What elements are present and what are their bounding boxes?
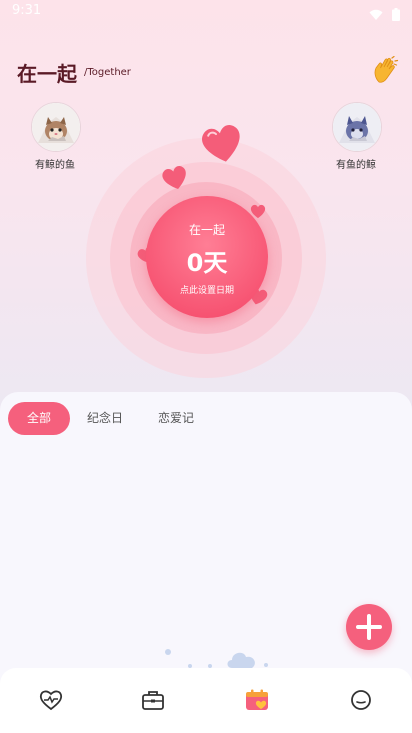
set-date-hint[interactable]: 点此设置日期 [146, 283, 268, 296]
tab-love-diary[interactable]: 恋爱记 [150, 402, 202, 435]
status-bar: 9:31 [0, 0, 412, 24]
status-time: 9:31 [12, 3, 42, 18]
add-button[interactable] [346, 604, 392, 650]
heart-large-icon [202, 125, 240, 162]
cat-avatar-icon [333, 103, 381, 151]
plus-icon [356, 614, 382, 640]
briefcase-icon[interactable] [140, 688, 166, 712]
tab-all[interactable]: 全部 [8, 402, 70, 435]
calendar-heart-icon[interactable] [244, 688, 270, 712]
page-title: 在一起 [17, 62, 77, 86]
hand-wave-icon[interactable] [373, 56, 399, 84]
avatar-left[interactable] [31, 102, 81, 152]
tab-anniversary[interactable]: 纪念日 [80, 402, 130, 435]
cat-avatar-icon [32, 103, 80, 151]
page-subtitle: /Together [84, 67, 131, 78]
wifi-icon [369, 9, 383, 20]
counter-label: 在一起 [188, 223, 225, 237]
bottom-nav [0, 668, 412, 733]
heart-pulse-icon[interactable] [38, 688, 64, 712]
cloud-decoration-icon [165, 649, 268, 668]
avatar-right[interactable] [332, 102, 382, 152]
status-icons [365, 4, 400, 23]
smile-icon[interactable] [348, 688, 374, 712]
heart-medium-icon [162, 166, 186, 189]
days-count: 0天 [186, 249, 228, 277]
battery-icon [392, 8, 400, 21]
